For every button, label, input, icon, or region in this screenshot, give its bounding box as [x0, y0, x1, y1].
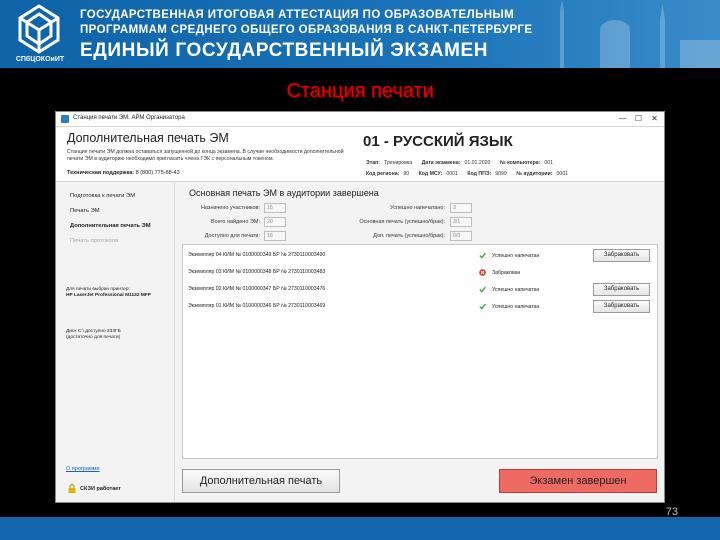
support-label: Техническая поддержка: [67, 170, 135, 176]
panel-description: Станция печати ЭМ должна оставаться запу… [67, 149, 344, 162]
finish-exam-button[interactable]: Экзамен завершен [499, 469, 657, 493]
stat-value: 20 [264, 217, 286, 227]
exam-subject: 01 - РУССКИЙ ЯЗЫК [363, 133, 513, 150]
app-window: Станция печати ЭМ. АРМ Организатора — ☐ … [55, 111, 665, 503]
list-item: Экземпляр 01 КИМ № 0100000346 БР № 27301… [183, 300, 657, 314]
stat-label: Доступно для печати: [204, 233, 260, 239]
app-icon [61, 115, 69, 123]
meta-label: Код ППЭ: [467, 171, 492, 177]
checkmark-icon [479, 286, 486, 293]
copy-info: Экземпляр 01 КИМ № 0100000346 БР № 27301… [188, 303, 326, 309]
meta-label: Код региона: [366, 171, 400, 177]
meta-value: Тренировка [383, 160, 413, 166]
stat-label: Назначено участников: [200, 205, 260, 211]
meta-value: 001 [544, 160, 554, 166]
printer-info: Для печати выбран принтер: HP LaserJet P… [66, 287, 176, 300]
skzi-label: СКЗИ работает [80, 485, 121, 492]
copy-status: Забракован [492, 269, 521, 276]
stat-value: 3 [450, 203, 472, 213]
meta-value: 0001 [556, 171, 569, 177]
exam-meta-row-2: Код региона: 90 Код МСУ: 0001 Код ППЭ: 9099… [366, 171, 576, 177]
meta-value: 9099 [495, 171, 507, 177]
slide-header: СПбЦОКОиИТ ГОСУДАРСТВЕННАЯ ИТОГОВАЯ АТТЕ… [0, 0, 720, 68]
meta-label: Этап: [366, 160, 380, 166]
printer-name: HP LaserJet Professional M1132 MFP [66, 293, 151, 299]
stat-value: 0/0 [450, 231, 472, 241]
nav-item-prepare[interactable]: Подготовка к печати ЭМ [70, 193, 135, 199]
nav-item-extra-print[interactable]: Дополнительная печать ЭМ [70, 223, 151, 229]
stat-value: 15 [264, 203, 286, 213]
meta-value: 01.01.2020 [464, 160, 491, 166]
copy-info: Экземпляр 03 КИМ № 0100000348 БР № 27301… [188, 269, 326, 275]
disk-info: Диск C:\ доступно 233ГБ (достаточно для … [66, 329, 176, 342]
meta-label: № аудитории: [516, 171, 553, 177]
stat-value: 16 [264, 231, 286, 241]
checkmark-icon [479, 252, 486, 259]
copy-status: Успешно напечатан [492, 303, 540, 310]
panel-title: Дополнительная печать ЭМ [67, 131, 229, 145]
city-skyline-icon [560, 0, 720, 68]
header-line-1: ГОСУДАРСТВЕННАЯ ИТОГОВАЯ АТТЕСТАЦИЯ ПО О… [80, 9, 515, 21]
footer-bar [0, 517, 720, 540]
minimize-button[interactable]: — [615, 113, 630, 125]
rejected-icon [479, 269, 486, 276]
close-button[interactable]: ✕ [647, 113, 662, 125]
copy-info: Экземпляр 02 КИМ № 0100000347 БР № 27301… [188, 286, 326, 292]
meta-value: 90 [403, 171, 410, 177]
copy-info: Экземпляр 04 КИМ № 0100000349 БР № 27301… [188, 252, 326, 258]
checkmark-icon [479, 303, 486, 310]
copy-status: Успешно напечатан [492, 252, 540, 259]
header-line-3: ЕДИНЫЙ ГОСУДАРСТВЕННЫЙ ЭКЗАМЕН [80, 40, 489, 61]
top-info-panel: Дополнительная печать ЭМ Станция печати … [56, 127, 664, 182]
meta-label: Код МСУ: [418, 171, 443, 177]
maximize-button[interactable]: ☐ [631, 113, 646, 125]
meta-label: Дата экзамена: [421, 160, 461, 166]
tech-support: Техническая поддержка: 8 (800) 775-88-43 [67, 170, 180, 176]
nav-item-print[interactable]: Печать ЭМ [70, 208, 100, 214]
exam-meta-row-1: Этап: Тренировка Дата экзамена: 01.01.2020… [366, 160, 561, 166]
about-link[interactable]: О программе [66, 466, 100, 472]
main-area: Основная печать ЭМ в аудитории завершена… [174, 183, 664, 501]
nav-item-protocol: Печать протокола [70, 238, 119, 244]
window-titlebar[interactable]: Станция печати ЭМ. АРМ Организатора — ☐ … [56, 112, 664, 127]
window-title: Станция печати ЭМ. АРМ Организатора [73, 115, 185, 121]
list-item: Экземпляр 02 КИМ № 0100000347 БР № 27301… [183, 283, 657, 297]
disk-line-2: (достаточно для печати) [66, 335, 121, 341]
support-phone: 8 (800) 775-88-43 [135, 170, 180, 176]
skzi-status: СКЗИ работает [68, 484, 121, 493]
section-title: Основная печать ЭМ в аудитории завершена [189, 188, 379, 198]
list-item: Экземпляр 03 КИМ № 0100000348 БР № 27301… [183, 266, 657, 280]
copy-status: Успешно напечатан [492, 286, 540, 293]
stat-label: Успешно напечатано: [390, 205, 445, 211]
stat-label: Доп. печать (успешно/брак): [373, 233, 445, 239]
logo-caption: СПбЦОКОиИТ [15, 56, 65, 63]
meta-label: № компьютера: [499, 160, 541, 166]
reject-button[interactable]: Забраковать [593, 283, 650, 296]
page-number: 73 [665, 506, 678, 518]
slide-title: Станция печати [286, 80, 434, 102]
reject-button[interactable]: Забраковать [593, 249, 650, 262]
meta-value: 0001 [446, 171, 458, 177]
stat-label: Всего найдено ЭМ: [210, 219, 260, 225]
list-item: Экземпляр 04 КИМ № 0100000349 БР № 27301… [183, 249, 657, 263]
header-line-2: ПРОГРАММАМ СРЕДНЕГО ОБЩЕГО ОБРАЗОВАНИЯ В… [80, 24, 533, 36]
stat-value: 3/1 [450, 217, 472, 227]
extra-print-button[interactable]: Дополнительная печать [182, 469, 340, 493]
stat-label: Основная печать (успешно/брак): [359, 219, 445, 225]
printed-copies-list: Экземпляр 04 КИМ № 0100000349 БР № 27301… [182, 244, 658, 459]
left-nav: Подготовка к печати ЭМ Печать ЭМ Дополни… [56, 183, 174, 501]
reject-button[interactable]: Забраковать [593, 300, 650, 313]
lock-icon [68, 484, 76, 493]
